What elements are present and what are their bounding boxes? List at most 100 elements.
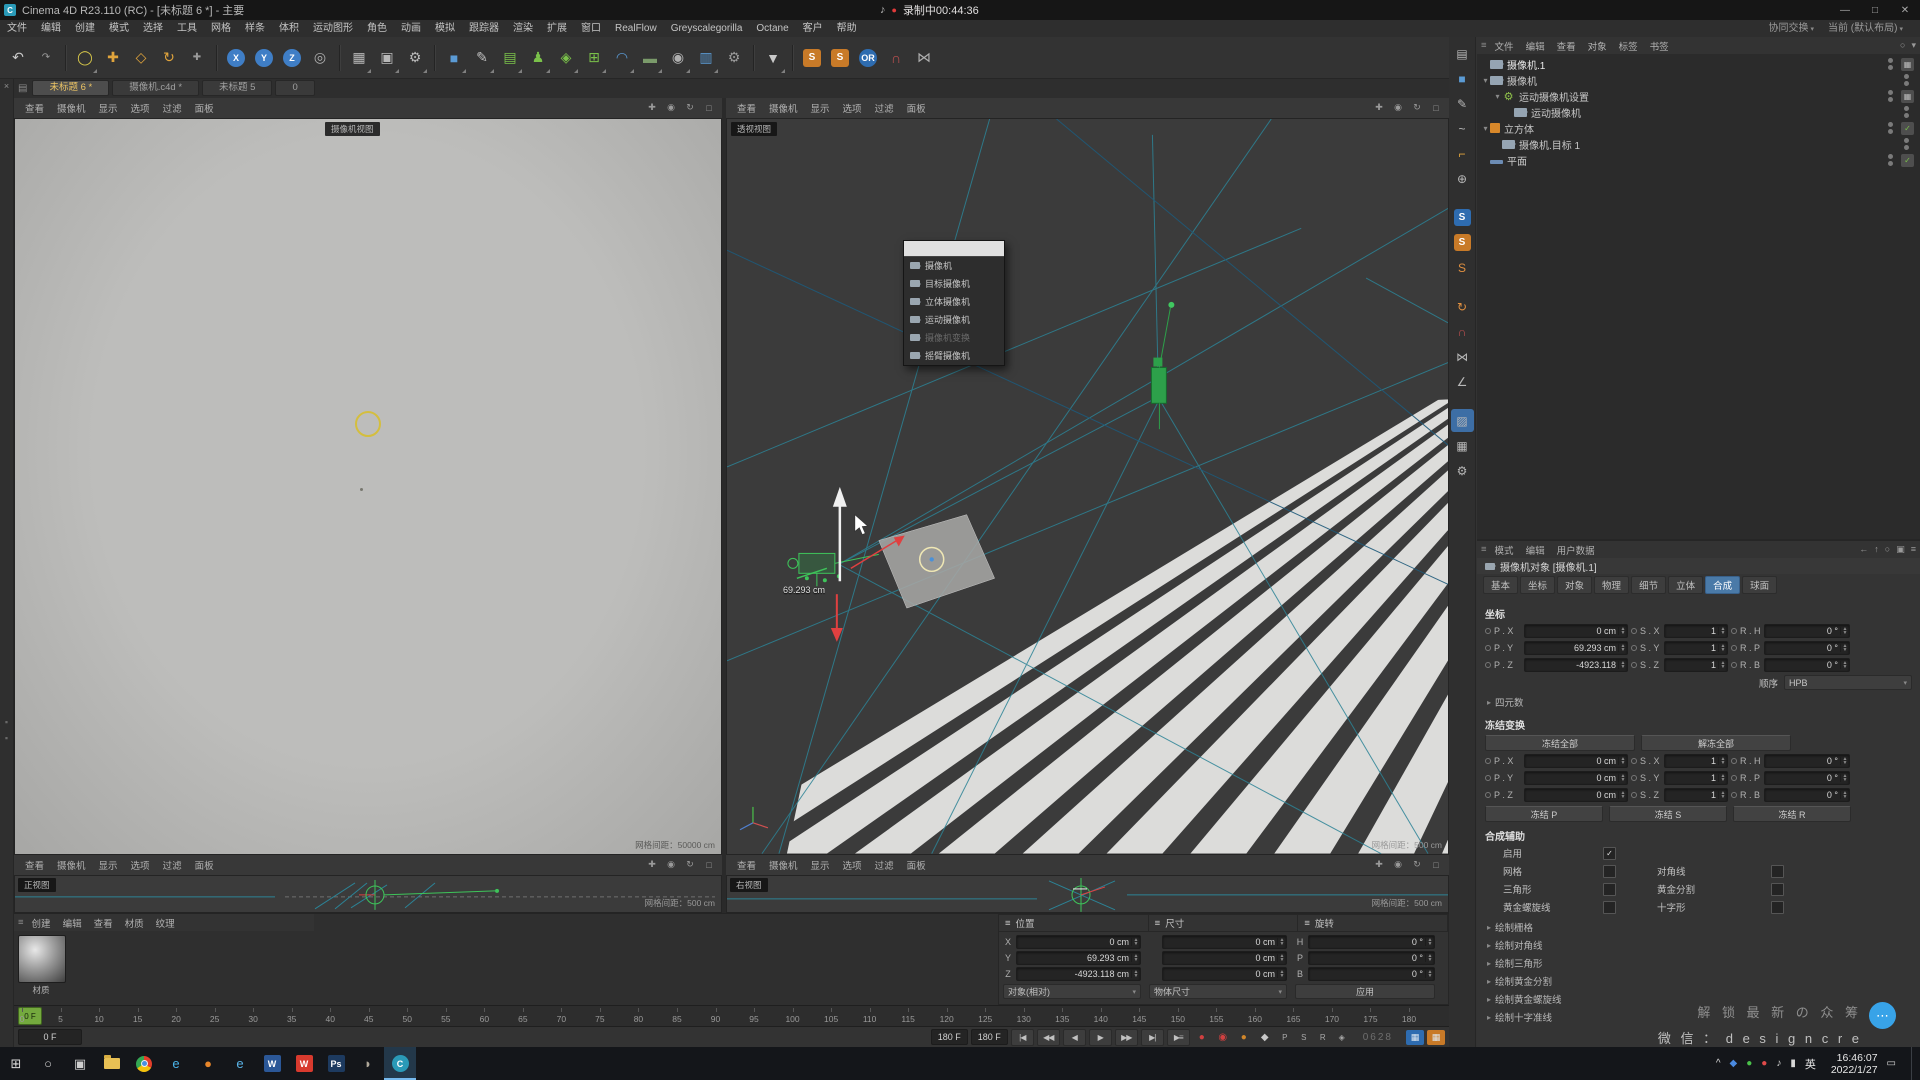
om-filter-icon[interactable]: ▾: [1911, 40, 1916, 51]
viewport-menu-item-0[interactable]: 查看: [731, 101, 762, 115]
freeze-r-field[interactable]: 0 °▲▼: [1764, 771, 1850, 785]
viewport-menu-item-0[interactable]: 查看: [731, 858, 762, 872]
coord-p-field[interactable]: 69.293 cm▲▼: [1524, 641, 1628, 655]
menubar-item-11[interactable]: 动画: [394, 20, 428, 37]
position-field[interactable]: -4923.118 cm▲▼: [1016, 967, 1141, 981]
viewport-menu-item-2[interactable]: 显示: [805, 858, 836, 872]
viewport-menu-item-4[interactable]: 过滤: [157, 858, 188, 872]
substance-icon-1[interactable]: S: [798, 41, 826, 75]
visibility-toggles[interactable]: [1904, 138, 1909, 150]
menubar-item-16[interactable]: 窗口: [574, 20, 608, 37]
attribute-tab-0[interactable]: 基本: [1483, 576, 1518, 594]
prev-key-button[interactable]: ◀◀: [1037, 1029, 1060, 1046]
menubar-item-5[interactable]: 工具: [170, 20, 204, 37]
context-menu-item-4[interactable]: 摄像机变换: [904, 329, 1004, 347]
cube-mode-icon[interactable]: ■: [1451, 67, 1474, 90]
am-lock-icon[interactable]: ▣: [1896, 544, 1905, 555]
option-checkbox[interactable]: [1771, 901, 1784, 914]
mirror-icon[interactable]: ⋈: [1451, 345, 1474, 368]
menubar-item-20[interactable]: 客户: [796, 20, 830, 37]
collapsed-group-2[interactable]: ▸绘制三角形: [1485, 954, 1912, 972]
viewport-menu-item-1[interactable]: 摄像机: [763, 858, 804, 872]
selected-camera-rig[interactable]: [788, 553, 879, 586]
pan-view-icon[interactable]: ✚: [1371, 101, 1387, 115]
toggle-view-icon[interactable]: □: [701, 101, 717, 115]
ime-indicator[interactable]: 英: [1805, 1056, 1816, 1072]
record-button[interactable]: ●: [1193, 1030, 1211, 1045]
menubar-item-17[interactable]: RealFlow: [608, 20, 664, 37]
viewport-tab-2[interactable]: 未标题 5: [202, 80, 272, 96]
menubar-item-13[interactable]: 跟踪器: [462, 20, 506, 37]
object-row[interactable]: 运动摄像机: [1477, 104, 1920, 120]
size-field[interactable]: 0 cm▲▼: [1162, 967, 1287, 981]
freeze-s-field[interactable]: 1▲▼: [1664, 788, 1728, 802]
rotate-view-icon[interactable]: ↻: [682, 101, 698, 115]
tray-app1-icon[interactable]: ◆: [1730, 1058, 1738, 1069]
viewport-menu-item-3[interactable]: 选项: [837, 858, 868, 872]
om-menu-item-4[interactable]: 标签: [1613, 39, 1644, 53]
coord-s-field[interactable]: 1▲▼: [1664, 641, 1728, 655]
collapsed-group-4[interactable]: ▸绘制黄金螺旋线: [1485, 990, 1912, 1008]
workplane-icon[interactable]: ▦: [1451, 434, 1474, 457]
add-camera[interactable]: ◉: [664, 41, 692, 75]
om-menu-item-3[interactable]: 对象: [1582, 39, 1613, 53]
lock-z-axis[interactable]: Z: [278, 41, 306, 75]
toggle-view-icon[interactable]: □: [701, 858, 717, 872]
attribute-tab-6[interactable]: 合成: [1705, 576, 1740, 594]
menubar-item-0[interactable]: 文件: [0, 20, 34, 37]
render-settings-button[interactable]: ⚙: [401, 41, 429, 75]
viewport-menu-item-1[interactable]: 摄像机: [763, 101, 804, 115]
menubar-item-2[interactable]: 创建: [68, 20, 102, 37]
lock-x-axis[interactable]: X: [222, 41, 250, 75]
composition-tag-icon[interactable]: ▦: [1901, 58, 1914, 71]
attribute-tab-3[interactable]: 物理: [1594, 576, 1629, 594]
record-scale-toggle[interactable]: S: [1296, 1030, 1312, 1045]
viewport-menu-item-2[interactable]: 显示: [93, 858, 124, 872]
menubar-item-4[interactable]: 选择: [136, 20, 170, 37]
viewport-menu-item-4[interactable]: 过滤: [869, 858, 900, 872]
visibility-toggles[interactable]: [1904, 106, 1909, 118]
start-button[interactable]: ⊞: [0, 1047, 32, 1080]
octane-render-icon[interactable]: OR: [854, 41, 882, 75]
coord-p-field[interactable]: 0 cm▲▼: [1524, 624, 1628, 638]
om-menu-item-0[interactable]: 文件: [1489, 39, 1520, 53]
maximize-button[interactable]: □: [1860, 0, 1890, 20]
substance-blue-icon[interactable]: S: [1451, 206, 1474, 229]
object-row[interactable]: 平面✓: [1477, 152, 1920, 168]
close-button[interactable]: ✕: [1890, 0, 1920, 20]
materials-menu-item-0[interactable]: 创建: [26, 916, 57, 930]
close-panel-icon[interactable]: ×: [4, 81, 9, 91]
collapsed-group-1[interactable]: ▸绘制对角线: [1485, 936, 1912, 954]
autokey-button[interactable]: ◉: [1214, 1030, 1232, 1045]
coords-mode-dropdown[interactable]: 对象(相对)▾: [1003, 984, 1141, 999]
menubar-item-9[interactable]: 运动图形: [306, 20, 360, 37]
rotate-tool[interactable]: ↻: [155, 41, 183, 75]
add-deformer[interactable]: ◠: [608, 41, 636, 75]
twist-tool-icon[interactable]: ↻: [1451, 295, 1474, 318]
freeze-all-button[interactable]: 冻结全部: [1485, 735, 1635, 751]
attribute-tab-4[interactable]: 细节: [1631, 576, 1666, 594]
magnet-tool[interactable]: ∩: [882, 41, 910, 75]
undo-icon[interactable]: ↶: [4, 41, 32, 75]
freeze-r-field[interactable]: 0 °▲▼: [1764, 754, 1850, 768]
apply-button[interactable]: 应用: [1295, 984, 1435, 999]
negative-y-axis-handle[interactable]: [831, 594, 843, 642]
render-picture-viewer-button[interactable]: ▣: [373, 41, 401, 75]
timeline-panel-icon[interactable]: ▦: [1406, 1030, 1424, 1045]
tray-volume-icon[interactable]: ♪: [1776, 1058, 1781, 1069]
viewport-menu-item-3[interactable]: 选项: [837, 101, 868, 115]
freeze-p-field[interactable]: 0 cm▲▼: [1524, 754, 1628, 768]
tray-wechat-icon[interactable]: ●: [1746, 1058, 1752, 1069]
pan-view-icon[interactable]: ✚: [644, 101, 660, 115]
collapsed-group-3[interactable]: ▸绘制黄金分割: [1485, 972, 1912, 990]
rotation-field[interactable]: 0 °▲▼: [1308, 935, 1435, 949]
toggle-view-icon[interactable]: □: [1428, 858, 1444, 872]
record-parameter-toggle[interactable]: ◈: [1334, 1030, 1350, 1045]
ie-icon[interactable]: e: [224, 1047, 256, 1080]
motion-system-icon[interactable]: ▦: [1427, 1030, 1445, 1045]
attribute-tab-7[interactable]: 球面: [1742, 576, 1777, 594]
zoom-view-icon[interactable]: ◉: [1390, 101, 1406, 115]
order-dropdown[interactable]: HPB▾: [1784, 675, 1912, 690]
coord-s-field[interactable]: 1▲▼: [1664, 624, 1728, 638]
texture-mode-icon[interactable]: ▨: [1451, 409, 1474, 432]
